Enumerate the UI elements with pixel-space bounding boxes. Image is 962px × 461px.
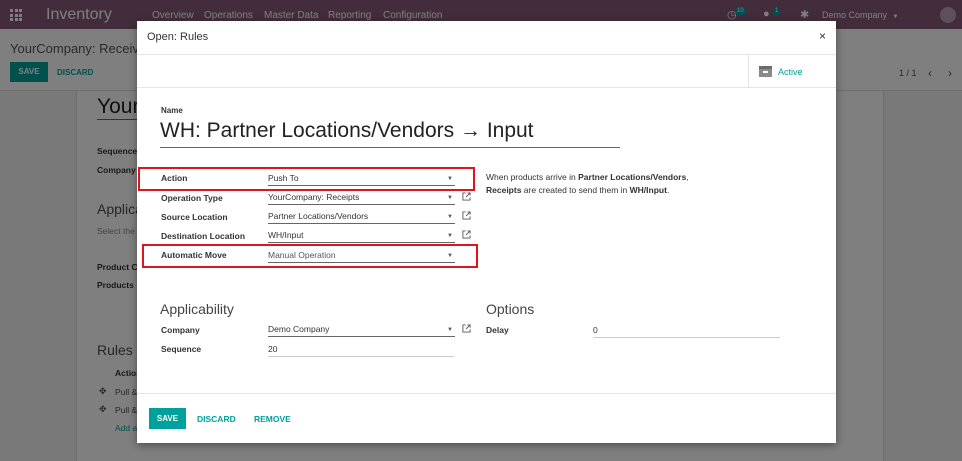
dialog-title: Open: Rules (147, 31, 209, 43)
delay-label: Delay (486, 325, 509, 335)
source-location-field[interactable]: Partner Locations/Vendors (268, 211, 455, 224)
sequence-label: Sequence (161, 344, 202, 354)
applicability-title: Applicability (160, 301, 234, 317)
highlight-box-automatic-move (142, 244, 478, 268)
button-box: Active (137, 55, 836, 88)
rules-dialog: Open: Rules × Active Name WH: Partner Lo… (137, 21, 836, 443)
help-text: When products arrive in Partner Location… (486, 172, 689, 195)
name-field[interactable]: WH: Partner Locations/Vendors → Input (160, 119, 620, 148)
dropdown-caret-icon[interactable]: ▼ (447, 214, 453, 220)
options-title: Options (486, 301, 535, 317)
archive-icon (759, 66, 772, 77)
dropdown-caret-icon[interactable]: ▼ (447, 195, 453, 201)
name-label: Name (161, 106, 183, 115)
delay-field[interactable]: 0 (593, 325, 780, 338)
external-link-icon[interactable] (462, 192, 471, 201)
external-link-icon[interactable] (462, 230, 471, 239)
source-location-label: Source Location (161, 212, 228, 222)
external-link-icon[interactable] (462, 324, 471, 333)
active-toggle-button[interactable]: Active (748, 55, 836, 88)
destination-location-field[interactable]: WH/Input (268, 230, 455, 243)
discard-button[interactable]: DISCARD (197, 414, 236, 424)
dialog-body: Name WH: Partner Locations/Vendors → Inp… (137, 88, 836, 393)
company-label: Company (161, 325, 200, 335)
save-button[interactable]: SAVE (149, 408, 186, 429)
company-field[interactable]: Demo Company (268, 324, 455, 337)
destination-location-label: Destination Location (161, 231, 246, 241)
dropdown-caret-icon[interactable]: ▼ (447, 233, 453, 239)
highlight-box-action (138, 167, 475, 191)
external-link-icon[interactable] (462, 211, 471, 220)
operation-type-label: Operation Type (161, 193, 223, 203)
sequence-field[interactable]: 20 (268, 344, 454, 357)
close-icon[interactable]: × (819, 29, 826, 43)
dialog-header: Open: Rules × (137, 21, 836, 55)
dialog-footer: SAVE DISCARD REMOVE (137, 393, 836, 443)
dropdown-caret-icon[interactable]: ▼ (447, 327, 453, 333)
remove-button[interactable]: REMOVE (254, 414, 291, 424)
active-label: Active (778, 67, 803, 77)
operation-type-field[interactable]: YourCompany: Receipts (268, 192, 455, 205)
